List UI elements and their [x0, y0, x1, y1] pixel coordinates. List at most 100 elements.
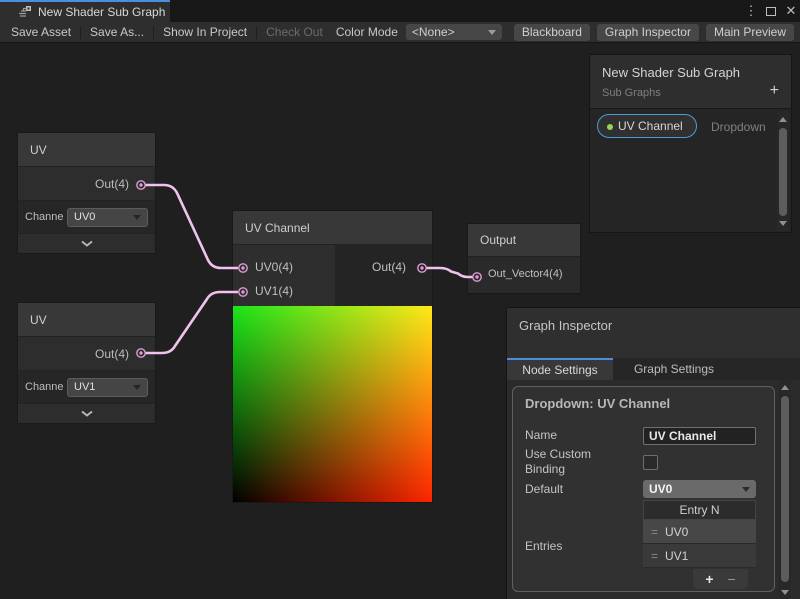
color-mode-value: <None> [412, 25, 455, 39]
blackboard-panel: New Shader Sub Graph Sub Graphs + UV Cha… [590, 55, 791, 232]
scroll-up-icon[interactable] [781, 385, 789, 390]
node-title[interactable]: Output [468, 224, 580, 257]
scrollbar-thumb[interactable] [779, 128, 787, 216]
property-type-label: Dropdown [711, 120, 766, 134]
tab-node-settings[interactable]: Node Settings [507, 358, 613, 380]
maximize-icon[interactable] [764, 4, 778, 19]
node-title[interactable]: UV [18, 133, 155, 167]
blackboard-body: UV Channel Dropdown [590, 108, 791, 232]
node-title[interactable]: UV Channel [233, 211, 432, 245]
chevron-down-icon [133, 215, 141, 220]
save-as-button[interactable]: Save As... [81, 25, 153, 39]
more-options-icon[interactable]: ⋮ [744, 3, 758, 19]
close-icon[interactable]: ✕ [784, 3, 798, 19]
default-dropdown[interactable]: UV0 [643, 480, 756, 498]
shader-graph-icon [18, 5, 32, 19]
entries-header: Entry N [643, 500, 756, 520]
channel-row: Channe UV0 [18, 201, 155, 234]
channel-row: Channe UV1 [18, 371, 155, 404]
uv-node-top[interactable]: UV Out(4) Channe UV0 [18, 133, 155, 253]
chevron-down-icon [742, 487, 750, 492]
tab-graph-settings[interactable]: Graph Settings [613, 358, 735, 380]
graph-tab[interactable]: New Shader Sub Graph [0, 0, 170, 22]
color-mode-dropdown[interactable]: <None> [406, 24, 502, 40]
channel-label: Channe [25, 211, 67, 223]
name-label: Name [525, 428, 557, 442]
graph-inspector-toggle-button[interactable]: Graph Inspector [597, 24, 699, 41]
channel-label: Channe [25, 381, 67, 393]
window-tab-bar: New Shader Sub Graph ⋮ ✕ [0, 0, 800, 22]
add-property-button[interactable]: + [770, 82, 779, 100]
use-custom-binding-label: Use Custom Binding [525, 447, 611, 477]
channel-value: UV0 [74, 211, 95, 223]
scroll-down-icon[interactable] [781, 590, 789, 595]
graph-inspector-panel: Graph Inspector Node Settings Graph Sett… [507, 308, 800, 599]
entry-row-uv1[interactable]: = UV1 [643, 544, 756, 568]
inspector-tabs: Node Settings Graph Settings [507, 358, 800, 380]
out-port-label: Out(4) [372, 260, 406, 274]
channel-dropdown[interactable]: UV1 [67, 378, 148, 397]
chevron-down-icon [80, 240, 94, 247]
tab-title: New Shader Sub Graph [38, 5, 165, 19]
ports-area: UV0(4) UV1(4) Out(4) [233, 245, 432, 306]
settings-box-header: Dropdown: UV Channel [513, 387, 774, 411]
chevron-down-icon [133, 385, 141, 390]
save-asset-button[interactable]: Save Asset [2, 25, 80, 39]
dropdown-settings-box: Dropdown: UV Channel Name Use Custom Bin… [512, 386, 775, 592]
collapse-button[interactable] [18, 234, 155, 253]
collapse-button[interactable] [18, 404, 155, 423]
property-name: UV Channel [618, 119, 683, 133]
out-port-row: Out(4) [18, 337, 155, 371]
add-entry-button[interactable]: + [705, 571, 713, 587]
inspector-title: Graph Inspector [507, 308, 800, 358]
entries-list-footer: + − [693, 569, 748, 589]
channel-dropdown[interactable]: UV0 [67, 208, 148, 227]
blackboard-toggle-button[interactable]: Blackboard [514, 24, 590, 41]
wire-uv1-to-uvchannel[interactable] [141, 292, 238, 353]
channel-value: UV1 [74, 381, 95, 393]
check-out-button: Check Out [257, 25, 332, 39]
entry-value: UV0 [665, 525, 688, 539]
entry-row-uv0[interactable]: = UV0 [643, 520, 756, 544]
inspector-content: Dropdown: UV Channel Name Use Custom Bin… [507, 380, 800, 599]
uv0-input-label: UV0(4) [255, 260, 293, 274]
uv-node-bottom[interactable]: UV Out(4) Channe UV1 [18, 303, 155, 423]
color-mode-label: Color Mode [336, 25, 406, 39]
blackboard-title: New Shader Sub Graph [590, 55, 791, 80]
out-port-label: Out(4) [95, 177, 129, 191]
scroll-up-icon[interactable] [779, 117, 787, 122]
main-preview-toggle-button[interactable]: Main Preview [706, 24, 794, 41]
node-title[interactable]: UV [18, 303, 155, 337]
wire-uv0-to-uvchannel[interactable] [141, 185, 238, 268]
output-node[interactable]: Output Out_Vector4(4) [468, 224, 580, 293]
drag-handle-icon[interactable]: = [651, 525, 657, 539]
name-input[interactable] [643, 427, 756, 445]
property-pill-uv-channel[interactable]: UV Channel [597, 114, 697, 138]
uv1-input-label: UV1(4) [255, 284, 293, 298]
uv-channel-node[interactable]: UV Channel UV0(4) UV1(4) Out(4) [233, 211, 432, 502]
default-label: Default [525, 482, 563, 496]
show-in-project-button[interactable]: Show In Project [154, 25, 256, 39]
scrollbar-thumb[interactable] [781, 396, 789, 582]
drag-handle-icon[interactable]: = [651, 549, 657, 563]
out-port-row: Out(4) [18, 167, 155, 201]
chevron-down-icon [80, 410, 94, 417]
entries-label: Entries [525, 539, 562, 553]
inspector-scrollbar[interactable] [779, 380, 791, 599]
node-preview-gradient [233, 306, 432, 502]
scroll-down-icon[interactable] [779, 221, 787, 226]
blackboard-subtitle: Sub Graphs [590, 80, 791, 99]
out-port-label: Out(4) [95, 347, 129, 361]
blackboard-scrollbar[interactable] [777, 111, 789, 231]
entry-value: UV1 [665, 549, 688, 563]
out-vector4-label: Out_Vector4(4) [488, 268, 563, 280]
chevron-down-icon [488, 30, 496, 35]
shader-graph-window: { "window": { "tab_title": "New Shader S… [0, 0, 800, 599]
use-custom-binding-checkbox[interactable] [643, 455, 658, 470]
remove-entry-button[interactable]: − [728, 571, 736, 587]
window-controls: ⋮ ✕ [744, 0, 798, 22]
exposed-dot-icon [607, 124, 613, 130]
input-port-row: Out_Vector4(4) [468, 257, 580, 293]
graph-toolbar: Save Asset Save As... Show In Project Ch… [0, 22, 800, 43]
default-value: UV0 [649, 482, 672, 496]
